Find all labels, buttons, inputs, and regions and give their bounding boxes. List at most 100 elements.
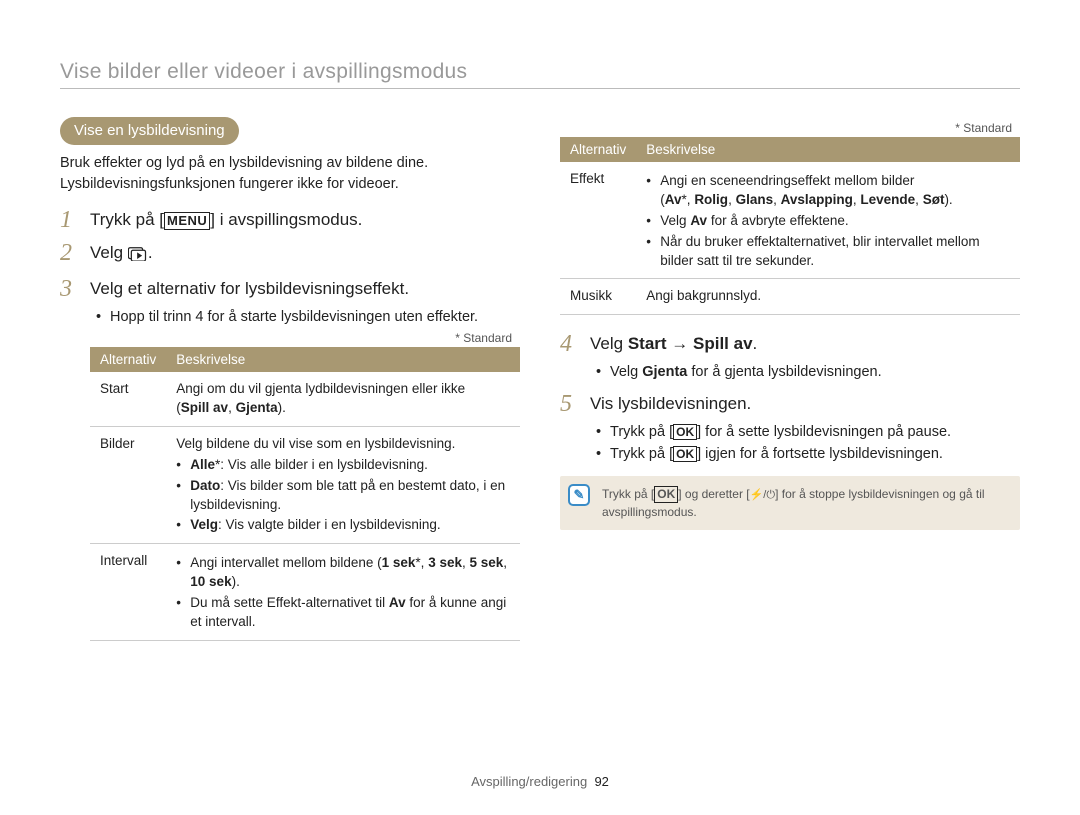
cell-start-key: Start [90,372,166,426]
start-line1: Angi om du vil gjenta lydbildevisningen … [176,381,465,396]
eff-b1j: Levende [860,192,915,207]
s5n1b: ] for å sette lysbildevisningen på pause… [697,424,951,440]
title-rule [60,88,1020,89]
note-icon: ✎ [568,484,590,506]
bilder-b1b: *: Vis alle bilder i en lysbildevisning. [215,457,428,472]
eff-b1d: Rolig [694,192,728,207]
s4b: Start [628,334,667,353]
standard-note-right: * Standard [560,121,1012,135]
ok-icon: OK [673,446,697,462]
int-b1f: 5 sek [470,555,504,570]
th-beskrivelse-r: Beskrivelse [636,137,1020,162]
right-column: * Standard Alternativ Beskrivelse Effekt [560,117,1020,651]
int-b2a: Du må sette Effekt-alternativet til [190,595,389,610]
start-l2c: , [228,400,236,415]
bilder-b2b: : Vis bilder som ble tatt på en bestemt … [190,478,505,512]
start-l2b: Spill av [181,400,228,415]
step-2-text-b: . [148,243,153,262]
row-intervall: Intervall Angi intervallet mellom bilden… [90,544,520,641]
eff-b1c: *, [682,192,695,207]
int-b1g: , [503,555,507,570]
eff-b2c: for å avbryte effektene. [707,213,849,228]
step-3: Velg et alternativ for lysbildevisningse… [60,278,520,641]
eff-b1b: Av [665,192,682,207]
eff-b1k: , [915,192,923,207]
bilder-b1a: Alle [190,457,215,472]
step-5-note-1: Trykk på [OK] for å sette lysbildevisnin… [596,422,1020,442]
eff-b1: Angi en sceneendringseffekt mellom bilde… [660,173,914,188]
cell-intervall-key: Intervall [90,544,166,641]
start-l2d: Gjenta [236,400,278,415]
cell-bilder-key: Bilder [90,426,166,543]
step-5: Vis lysbildevisningen. Trykk på [OK] for… [560,393,1020,465]
row-bilder: Bilder Velg bildene du vil vise som en l… [90,426,520,543]
ok-icon: OK [654,486,678,502]
s4nb: Gjenta [642,364,687,380]
th-beskrivelse: Beskrivelse [166,347,520,372]
s5n2b: ] igjen for å fortsette lysbildevisninge… [697,446,943,462]
note-b: ] og deretter [ [678,487,749,501]
th-alternativ: Alternativ [90,347,166,372]
s5n2a: Trykk på [ [610,446,673,462]
step-2-text-a: Velg [90,243,128,262]
step-1-text-a: Trykk på [ [90,210,164,229]
page-number: 92 [594,774,608,789]
bilder-intro: Velg bildene du vil vise som en lysbilde… [176,436,455,451]
cell-musikk-key: Musikk [560,279,636,315]
intro-text: Bruk effekter og lyd på en lysbildevisni… [60,153,520,195]
eff-b1g: , [773,192,781,207]
s4c: → [667,334,693,353]
left-column: Vise en lysbildevisning Bruk effekter og… [60,117,520,651]
start-l2e: ). [278,400,286,415]
step-1-text-b: ] i avspillingsmodus. [210,210,362,229]
ok-icon: OK [673,424,697,440]
page-footer: Avspilling/redigering 92 [0,774,1080,789]
int-b1e: , [462,555,470,570]
s4na: Velg [610,364,642,380]
int-b1c: *, [415,555,428,570]
eff-b1h: Avslapping [781,192,853,207]
bilder-b2a: Dato [190,478,220,493]
step-4-note: Velg Gjenta for å gjenta lysbildevisning… [596,362,1020,382]
s4a: Velg [590,334,628,353]
page-title: Vise bilder eller videoer i avspillingsm… [60,60,1020,84]
eff-b1e: , [728,192,736,207]
int-b1b: 1 sek [382,555,416,570]
menu-icon: MENU [164,212,210,230]
step-1: Trykk på [MENU] i avspillingsmodus. [60,209,520,232]
eff-b1m: ). [944,192,952,207]
eff-b1f: Glans [736,192,774,207]
row-effekt: Effekt Angi en sceneendringseffekt mello… [560,162,1020,279]
cell-start-desc: Angi om du vil gjenta lydbildevisningen … [166,372,520,426]
cell-effekt-key: Effekt [560,162,636,279]
cell-musikk-desc: Angi bakgrunnslyd. [636,279,1020,315]
row-start: Start Angi om du vil gjenta lydbildevisn… [90,372,520,426]
note-box: ✎ Trykk på [OK] og deretter [⚡/⏻] for å … [560,476,1020,530]
slideshow-icon [128,245,148,268]
s4e: . [753,334,758,353]
eff-b3: Når du bruker effektalternativet, blir i… [646,233,1010,271]
section-label: Vise en lysbildevisning [60,117,239,145]
s4nc: for å gjenta lysbildevisningen. [687,364,881,380]
th-alternativ-r: Alternativ [560,137,636,162]
eff-b2b: Av [690,213,707,228]
footer-section: Avspilling/redigering [471,774,587,789]
options-table-right: Alternativ Beskrivelse Effekt Angi en sc… [560,137,1020,315]
bilder-b3b: : Vis valgte bilder i en lysbildevisning… [218,517,441,532]
int-b1h: 10 sek [190,574,231,589]
step-3-text: Velg et alternativ for lysbildevisningse… [90,279,409,298]
flash-power-icon: ⚡/⏻ [750,489,775,501]
bilder-b3a: Velg [190,517,218,532]
cell-effekt-desc: Angi en sceneendringseffekt mellom bilde… [636,162,1020,279]
s5-text: Vis lysbildevisningen. [590,394,751,413]
step-4: Velg Start → Spill av. Velg Gjenta for å… [560,333,1020,382]
note-a: Trykk på [ [602,487,654,501]
int-b2b: Av [389,595,406,610]
s5n1a: Trykk på [ [610,424,673,440]
options-table-left: Alternativ Beskrivelse Start Angi om du … [90,347,520,641]
int-b1a: Angi intervallet mellom bildene ( [190,555,381,570]
step-2: Velg . [60,242,520,268]
row-musikk: Musikk Angi bakgrunnslyd. [560,279,1020,315]
step-5-note-2: Trykk på [OK] igjen for å fortsette lysb… [596,444,1020,464]
step-3-note: Hopp til trinn 4 for å starte lysbildevi… [96,307,520,327]
